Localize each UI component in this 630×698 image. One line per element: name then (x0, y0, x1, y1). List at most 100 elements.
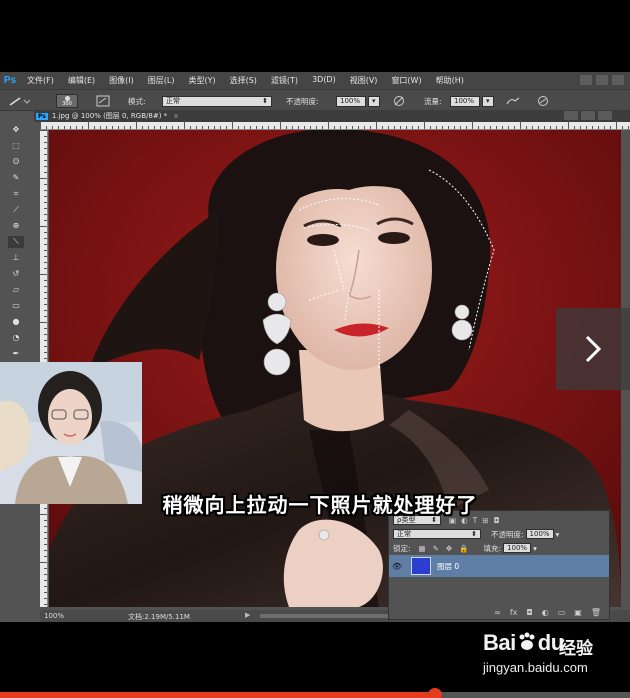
menu-item[interactable]: 文件(F) (20, 75, 61, 86)
close-button[interactable] (612, 75, 624, 85)
opacity-dropdown-icon[interactable]: ▾ (368, 95, 380, 107)
ruler-tick (580, 126, 581, 129)
pen-tool-icon[interactable]: ✒ (8, 348, 24, 360)
ruler-tick (39, 322, 47, 323)
dodge-tool-icon[interactable]: ◔ (8, 332, 24, 344)
blend-mode-dropdown[interactable]: 正常 ⬍ (393, 529, 481, 539)
mode-value: 正常 (166, 97, 180, 105)
layer-row[interactable]: 👁 图层 0 (389, 555, 609, 577)
zoom-level[interactable]: 100% (44, 612, 64, 620)
crop-tool-icon[interactable]: ⌗ (8, 188, 24, 200)
ruler-tick (44, 142, 47, 143)
menu-item[interactable]: 3D(D) (305, 75, 343, 86)
layers-footer-icon[interactable]: ◐ (542, 608, 549, 617)
fill-value[interactable]: 100% (503, 543, 532, 553)
ruler-tick (388, 126, 389, 129)
ruler-tick (556, 126, 557, 129)
photoshop-window: Ps 文件(F) 编辑(E) 图像(I) 图层(L) 类型(Y) 选择(S) 滤镜(T) 3D… (0, 72, 630, 622)
menu-item[interactable]: 类型(Y) (181, 75, 222, 86)
ruler-tick (166, 126, 167, 129)
layers-footer-icon[interactable]: ∞ (494, 608, 501, 617)
lock-icons[interactable]: ▦✎✥🔒 (419, 544, 476, 553)
ruler-tick (44, 202, 47, 203)
minimize-button[interactable] (580, 75, 592, 85)
opacity-field[interactable]: 100% ▾ (336, 95, 380, 107)
ruler-tick (172, 126, 173, 129)
brush-size-value: 300 (62, 100, 72, 107)
layers-footer-icon[interactable]: ▣ (574, 608, 582, 617)
history-brush-tool-icon[interactable]: ↺ (8, 268, 24, 280)
mode-dropdown[interactable]: 正常 ⬍ (162, 95, 272, 107)
ruler-tick (484, 126, 485, 129)
move-tool-icon[interactable]: ✥ (8, 124, 24, 136)
layers-footer-icon[interactable]: fx (510, 608, 518, 617)
opacity-arrow-icon[interactable]: ▾ (556, 530, 560, 539)
ruler-tick (250, 126, 251, 129)
ruler-tick (448, 126, 449, 129)
menu-item[interactable]: 编辑(E) (61, 75, 102, 86)
next-slide-button[interactable] (556, 308, 630, 390)
pressure-opacity-icon[interactable] (392, 95, 406, 107)
layers-footer-icon[interactable]: 🗑 (591, 608, 601, 617)
layers-panel: ρ类型 ⬍ ▣◐T⊞◘ 正常 ⬍ 不透明度: 100% ▾ 锁定: ▦✎✥🔒 填充:… (388, 510, 610, 620)
menu-item[interactable]: 滤镜(T) (264, 75, 305, 86)
document-tab[interactable]: Ps 1.jpg @ 100% (图层 0, RGB/8#) * × (34, 110, 630, 122)
document-window-controls (564, 111, 612, 120)
ruler-tick (268, 126, 269, 129)
mode-label: 模式: (128, 96, 146, 106)
eraser-tool-icon[interactable]: ▱ (8, 284, 24, 296)
blur-tool-icon[interactable]: ● (8, 316, 24, 328)
watermark-jingyan: 经验 (559, 639, 593, 659)
ruler-tick (44, 262, 47, 263)
ruler-tick (44, 160, 47, 161)
eyedropper-tool-icon[interactable]: ⟋ (8, 204, 24, 216)
clone-stamp-tool-icon[interactable]: ⊥ (8, 252, 24, 264)
airbrush-icon[interactable] (505, 95, 521, 107)
doc-close-button[interactable] (598, 111, 612, 120)
close-tab-icon[interactable]: × (173, 112, 179, 120)
brush-tool-icon[interactable]: ⟍ (8, 236, 24, 248)
ruler-tick (44, 292, 47, 293)
menu-item[interactable]: 选择(S) (223, 75, 264, 86)
ruler-tick (406, 126, 407, 129)
menu-item[interactable]: 窗口(W) (384, 75, 428, 86)
menu-item[interactable]: 视图(V) (343, 75, 385, 86)
status-menu-arrow-icon[interactable]: ▶ (245, 611, 250, 619)
eye-icon[interactable]: 👁 (391, 562, 403, 571)
video-progress-bar[interactable] (0, 688, 630, 698)
healing-tool-icon[interactable]: ⊕ (8, 220, 24, 232)
doc-restore-button[interactable] (581, 111, 595, 120)
ruler-tick (39, 562, 47, 563)
layer-opacity-value[interactable]: 100% (525, 529, 554, 539)
pressure-size-icon[interactable] (536, 95, 550, 107)
chevron-down-icon: ⬍ (471, 530, 477, 538)
gradient-tool-icon[interactable]: ▭ (8, 300, 24, 312)
menu-item[interactable]: 帮助(H) (429, 75, 471, 86)
flow-dropdown-icon[interactable]: ▾ (482, 95, 494, 107)
menu-item[interactable]: 图层(L) (141, 75, 182, 86)
ruler-tick (44, 538, 47, 539)
layers-footer-icon[interactable]: ▭ (558, 608, 566, 617)
layer-name[interactable]: 图层 0 (437, 561, 459, 572)
ruler-tick (44, 244, 47, 245)
ruler-tick (562, 126, 563, 129)
brush-size-picker[interactable]: 300 (56, 94, 78, 108)
brush-tool-preset-icon[interactable] (8, 95, 30, 107)
ruler-tick (274, 126, 275, 129)
options-bar: 300 模式: 正常 ⬍ 不透明度: 100% ▾ 流量: 100% ▾ (0, 89, 630, 111)
fill-arrow-icon[interactable]: ▾ (533, 544, 537, 553)
flow-field[interactable]: 100% ▾ (450, 95, 494, 107)
doc-minimize-button[interactable] (564, 111, 578, 120)
ruler-tick (44, 238, 47, 239)
quick-select-tool-icon[interactable]: ✎ (8, 172, 24, 184)
marquee-tool-icon[interactable]: ⬚ (8, 140, 24, 152)
progress-knob[interactable] (427, 688, 442, 698)
ruler-tick (586, 126, 587, 129)
menu-item[interactable]: 图像(I) (102, 75, 141, 86)
lasso-tool-icon[interactable]: ʘ (8, 156, 24, 168)
layers-footer-icon[interactable]: ◘ (526, 608, 532, 617)
maximize-button[interactable] (596, 75, 608, 85)
brush-panel-icon[interactable] (96, 95, 110, 107)
webcam-overlay (0, 362, 142, 504)
ruler-tick (44, 280, 47, 281)
